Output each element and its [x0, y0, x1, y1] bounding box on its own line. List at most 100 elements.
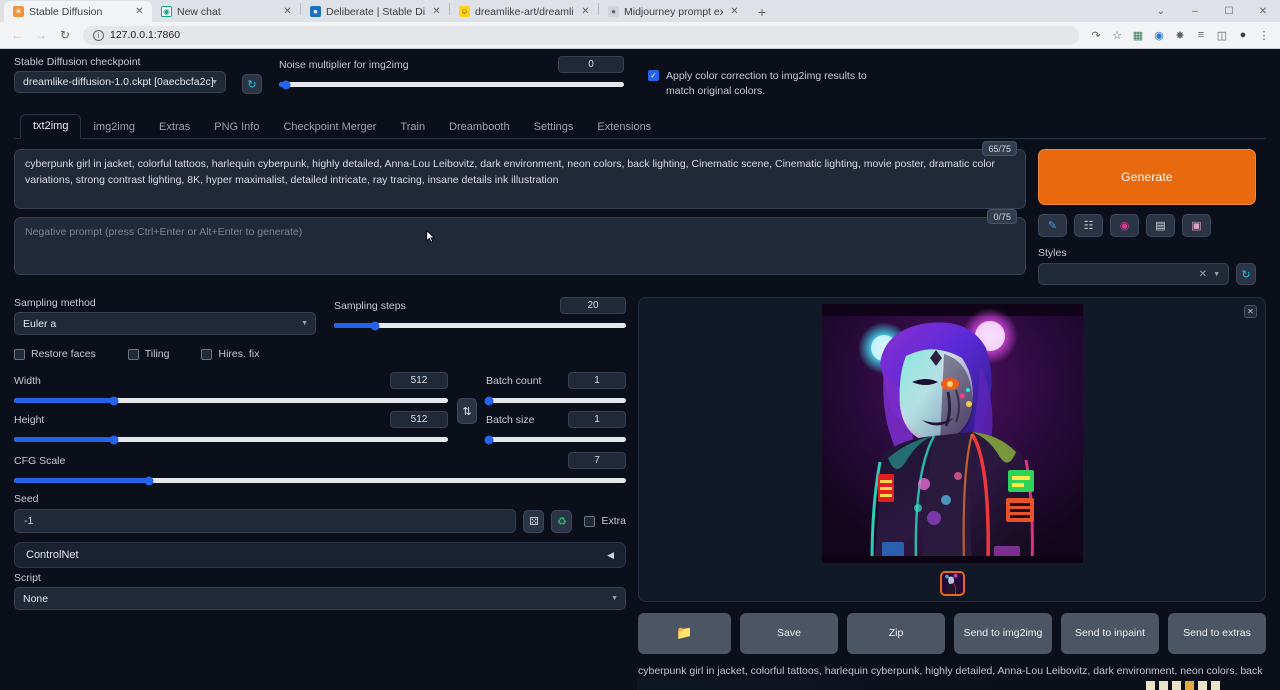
close-window-button[interactable]: ✕ — [1246, 0, 1280, 22]
tiling-toggle[interactable]: Tiling — [128, 348, 170, 360]
tab-close-icon[interactable]: ✕ — [430, 5, 443, 18]
width-slider[interactable] — [14, 398, 448, 403]
extra-seed-toggle[interactable]: Extra — [584, 515, 626, 527]
reading-list-icon[interactable]: ≡ — [1191, 25, 1211, 45]
close-gallery-button[interactable]: ✕ — [1244, 305, 1257, 318]
send-to-extras-button[interactable]: Send to extras — [1168, 613, 1266, 654]
script-group: Script None ▼ — [14, 572, 626, 610]
noise-value[interactable]: 0 — [558, 56, 624, 73]
tiling-checkbox[interactable] — [128, 349, 139, 360]
forward-arrow-icon[interactable]: → — [30, 24, 52, 46]
tab-close-icon[interactable]: ✕ — [281, 5, 294, 18]
tab-search-icon[interactable]: ⌄ — [1144, 0, 1178, 22]
tab-train[interactable]: Train — [388, 116, 437, 139]
sampling-steps-slider[interactable] — [334, 323, 626, 328]
zip-button[interactable]: Zip — [847, 613, 945, 654]
color-correction-checkbox[interactable]: ✓ — [648, 70, 659, 81]
puzzle-icon[interactable]: ✸ — [1170, 25, 1190, 45]
restore-faces-toggle[interactable]: Restore faces — [14, 348, 96, 360]
browser-tab-1[interactable]: ◉ New chat ✕ — [152, 1, 300, 22]
tab-png-info[interactable]: PNG Info — [202, 116, 271, 139]
folder-icon: 📁 — [676, 625, 692, 642]
tab-extras[interactable]: Extras — [147, 116, 202, 139]
color-correction-group[interactable]: ✓ Apply color correction to img2img resu… — [648, 69, 883, 99]
sampling-method-select[interactable]: Euler a ▼ — [14, 312, 316, 335]
hires-fix-checkbox[interactable] — [201, 349, 212, 360]
reuse-seed-button[interactable]: ♻ — [551, 510, 572, 533]
palette-icon: ◉ — [1120, 219, 1130, 232]
tab-settings[interactable]: Settings — [522, 116, 586, 139]
checkpoint-select[interactable]: dreamlike-diffusion-1.0.ckpt [0aecbcfa2c… — [14, 71, 226, 93]
width-value[interactable]: 512 — [390, 372, 448, 389]
seed-input[interactable]: -1 — [14, 509, 516, 533]
trash-icon-button[interactable]: ☷ — [1074, 214, 1103, 237]
address-bar[interactable]: i 127.0.0.1:7860 — [83, 26, 1079, 45]
kebab-menu-icon[interactable]: ⋮ — [1254, 25, 1274, 45]
bookmark-star-icon[interactable]: ☆ — [1107, 25, 1127, 45]
tab-close-icon[interactable]: ✕ — [579, 5, 592, 18]
tab-close-icon[interactable]: ✕ — [728, 5, 741, 18]
send-to-img2img-button[interactable]: Send to img2img — [954, 613, 1052, 654]
tab-dreambooth[interactable]: Dreambooth — [437, 116, 522, 139]
tab-txt2img[interactable]: txt2img — [20, 114, 81, 139]
tab-checkpoint-merger[interactable]: Checkpoint Merger — [271, 116, 388, 139]
extension-blue-icon[interactable]: ◉ — [1149, 25, 1169, 45]
script-select[interactable]: None ▼ — [14, 587, 626, 610]
clipboard-icon-button[interactable]: ▤ — [1146, 214, 1175, 237]
browser-tab-title: dreamlike-art/dreamlike-diffusio — [475, 6, 574, 18]
height-value[interactable]: 512 — [390, 411, 448, 428]
sampling-steps-value[interactable]: 20 — [560, 297, 626, 314]
palette-icon-button[interactable]: ◉ — [1110, 214, 1139, 237]
generated-image[interactable] — [822, 304, 1083, 563]
save-style-icon-button[interactable]: ▣ — [1182, 214, 1211, 237]
maximize-button[interactable]: ☐ — [1212, 0, 1246, 22]
prompt-textarea[interactable]: 65/75 cyberpunk girl in jacket, colorful… — [14, 149, 1026, 209]
tab-extensions[interactable]: Extensions — [585, 116, 663, 139]
height-slider[interactable] — [14, 437, 448, 442]
noise-slider[interactable] — [279, 82, 624, 87]
randomize-seed-button[interactable]: ⚄ — [523, 510, 544, 533]
cfg-scale-slider[interactable] — [14, 478, 626, 483]
site-info-icon[interactable]: i — [93, 30, 104, 41]
trash-icon: ☷ — [1084, 219, 1094, 232]
tab-close-icon[interactable]: ✕ — [133, 5, 146, 18]
batch-count-value[interactable]: 1 — [568, 372, 626, 389]
apply-style-button[interactable]: ↻ — [1236, 263, 1256, 285]
share-icon[interactable]: ↷ — [1086, 25, 1106, 45]
bottom-cutoff-strip — [637, 678, 1260, 690]
batch-count-slider[interactable] — [486, 398, 626, 403]
browser-tab-2[interactable]: ● Deliberate | Stable Diffusion Che ✕ — [301, 1, 449, 22]
styles-select[interactable]: ✕ ▼ — [1038, 263, 1229, 285]
refresh-checkpoints-button[interactable]: ↻ — [242, 74, 262, 94]
restore-faces-checkbox[interactable] — [14, 349, 25, 360]
swap-dimensions-button[interactable]: ⇅ — [457, 398, 477, 424]
tab-img2img[interactable]: img2img — [81, 116, 147, 139]
new-tab-button[interactable]: + — [751, 2, 773, 22]
browser-tab-0[interactable]: ☀ Stable Diffusion ✕ — [4, 1, 152, 22]
save-button[interactable]: Save — [740, 613, 838, 654]
cfg-scale-value[interactable]: 7 — [568, 452, 626, 469]
hires-fix-toggle[interactable]: Hires. fix — [201, 348, 259, 360]
back-arrow-icon[interactable]: ← — [6, 24, 28, 46]
side-panel-icon[interactable]: ◫ — [1212, 25, 1232, 45]
browser-tab-3[interactable]: ☺ dreamlike-art/dreamlike-diffusio ✕ — [450, 1, 598, 22]
clear-x-icon[interactable]: ✕ — [1199, 269, 1207, 280]
batch-group: Batch count 1 Batch size 1 — [486, 372, 626, 450]
extra-seed-checkbox[interactable] — [584, 516, 595, 527]
paintbrush-icon-button[interactable]: ✎ — [1038, 214, 1067, 237]
profile-avatar-icon[interactable]: ● — [1233, 25, 1253, 45]
batch-size-slider[interactable] — [486, 437, 626, 442]
negative-prompt-textarea[interactable]: 0/75 Negative prompt (press Ctrl+Enter o… — [14, 217, 1026, 275]
calendar-icon[interactable]: ▦ — [1128, 25, 1148, 45]
noise-label: Noise multiplier for img2img — [279, 59, 409, 71]
controlnet-accordion[interactable]: ControlNet ◀ — [14, 542, 626, 568]
script-label: Script — [14, 572, 626, 584]
batch-size-value[interactable]: 1 — [568, 411, 626, 428]
open-folder-button[interactable]: 📁 — [638, 613, 731, 654]
reload-icon[interactable]: ↻ — [54, 24, 76, 46]
result-thumbnail[interactable] — [940, 571, 965, 596]
browser-tab-4[interactable]: ● Midjourney prompt examples : L ✕ — [599, 1, 747, 22]
minimize-button[interactable]: – — [1178, 0, 1212, 22]
send-to-inpaint-button[interactable]: Send to inpaint — [1061, 613, 1159, 654]
generate-button[interactable]: Generate — [1038, 149, 1256, 205]
